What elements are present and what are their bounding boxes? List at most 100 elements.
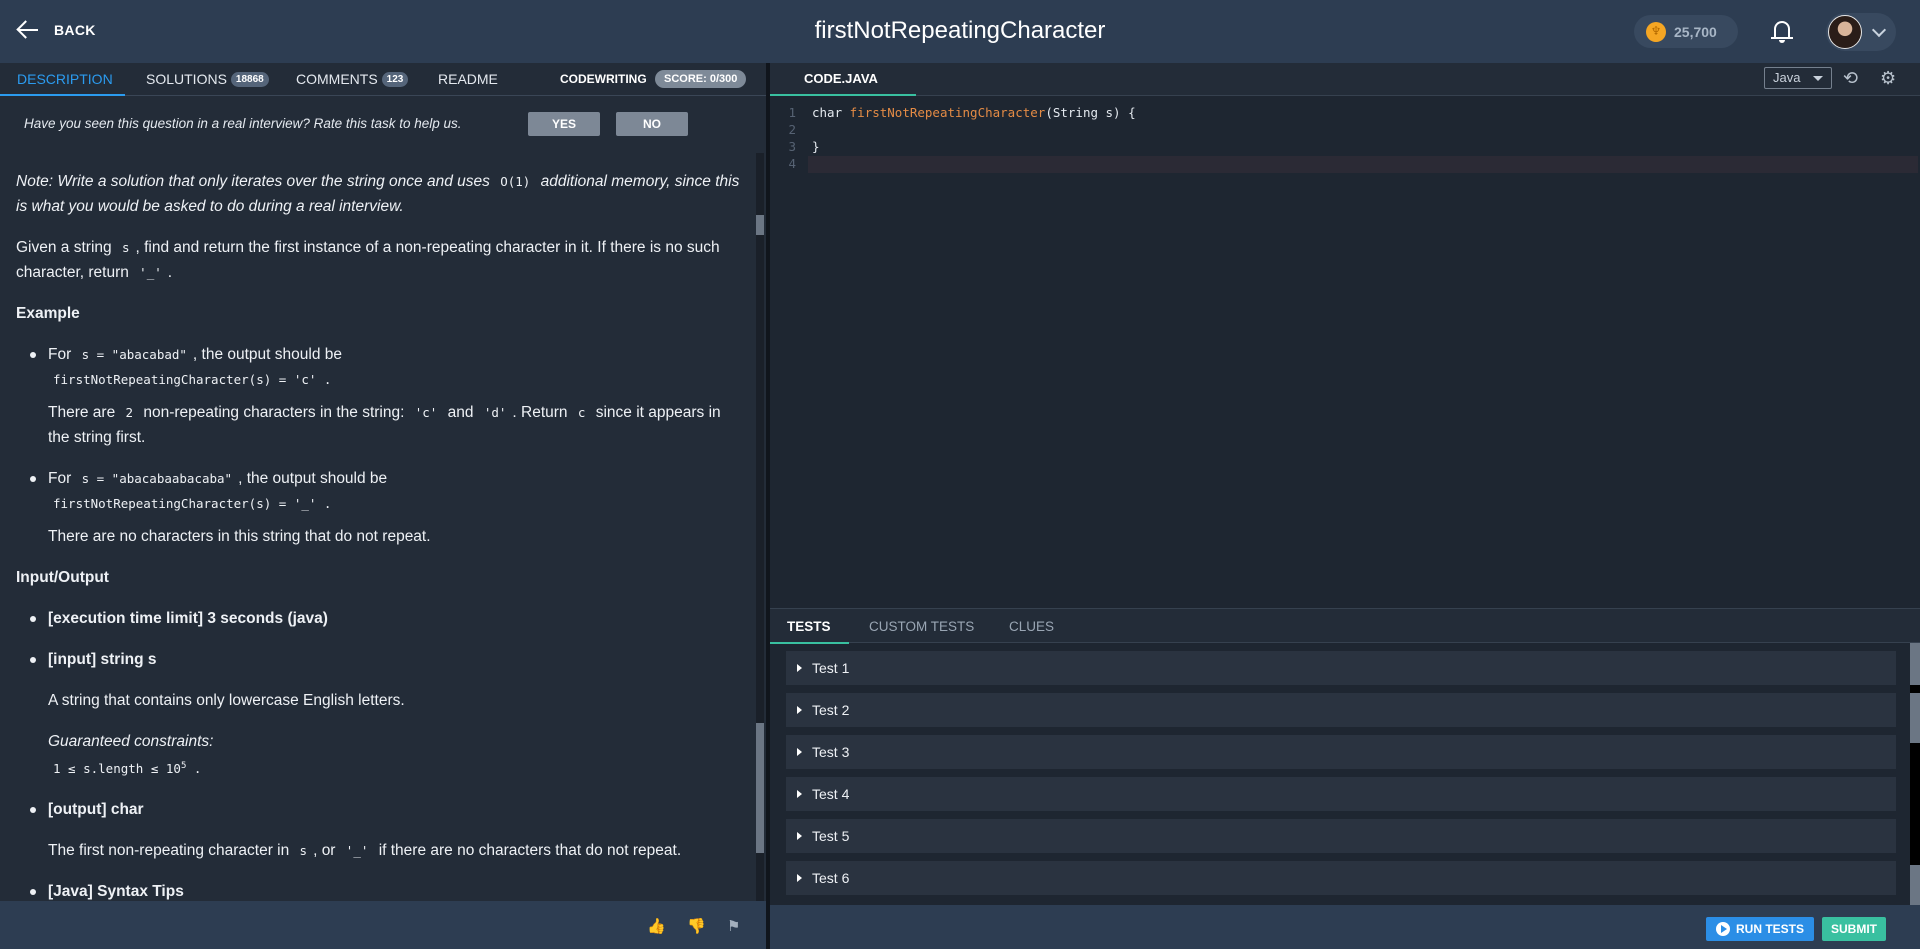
line-number: 1 [788,105,796,120]
io-list-2: [output] char [16,797,742,822]
tab-tests[interactable]: TESTS [787,619,831,634]
play-icon [1715,922,1730,936]
thumbs-down-icon[interactable]: 👎 [687,917,706,935]
tab-clues[interactable]: CLUES [1009,619,1054,634]
ex1-exp-c2: 'd' [483,405,507,420]
test-row[interactable]: Test 3 [786,735,1896,769]
example-list: For s = "abacabad" , the output should be… [16,342,742,392]
tab-solutions[interactable]: SOLUTIONS 18868 [146,71,269,87]
given-code-2: '_' [139,265,162,280]
test-name: Test 2 [812,702,850,718]
ex1-exp-ret: . Return [512,404,568,421]
io-list: [execution time limit] 3 seconds (java) … [16,606,742,672]
io-output-b: if there are no characters that do not r… [378,842,682,860]
description-scrollbar[interactable] [756,153,764,901]
code-line: char firstNotRepeatingCharacter(String s… [812,105,1136,120]
gear-icon[interactable]: ⚙ [1880,68,1896,89]
description-tabs: DESCRIPTION SOLUTIONS 18868 COMMENTS 123… [0,63,766,96]
line-number: 4 [788,156,796,171]
tab-code-java[interactable]: CODE.JAVA [804,71,878,86]
editor-footer: RUN TESTS SUBMIT [770,905,1920,949]
ex1-exp-a: There are [48,404,116,421]
scroll-thumb-middle[interactable] [1910,693,1920,743]
ex1-after: , the output should be [192,346,343,363]
test-name: Test 5 [812,828,850,844]
ex2-code: s = "abacabaabacaba" [81,471,233,486]
caret-right-icon [797,748,802,756]
code-line: } [812,139,820,154]
current-line-highlight [808,156,1918,173]
flag-icon[interactable]: ⚑ [727,917,743,935]
given-text-c: . [167,264,173,281]
ex1-for: For [48,346,72,363]
io-output-code2: '_' [345,843,369,859]
ex2-output-text: firstNotRepeatingCharacter(s) = '_' [53,496,317,511]
io-constraints: Guaranteed constraints: 1 ≤ s.length ≤ 1… [16,729,742,781]
io-heading: Input/Output [16,569,109,586]
ex1-exp-c3: c [577,405,586,420]
given-text-a: Given a string [16,239,112,256]
language-value: Java [1773,70,1801,85]
scroll-thumb[interactable] [756,215,764,235]
comments-count-badge: 123 [381,71,409,87]
no-button[interactable]: NO [616,112,688,136]
test-name: Test 6 [812,870,850,886]
tab-comments[interactable]: COMMENTS 123 [296,71,409,87]
coins-badge[interactable]: 25,700 [1634,15,1738,48]
tests-list: Test 1 Test 2 Test 3 Test 4 Test 5 Test 6 [786,651,1896,903]
scroll-thumb-lower[interactable] [1910,865,1920,905]
run-tests-button[interactable]: RUN TESTS [1706,917,1814,941]
reset-icon[interactable]: ⟲ [1843,68,1858,89]
top-bar: BACK firstNotRepeatingCharacter 25,700 [0,0,1920,63]
test-row[interactable]: Test 6 [786,861,1896,895]
tab-readme[interactable]: README [438,71,498,87]
bell-icon[interactable] [1770,18,1794,44]
test-name: Test 1 [812,660,850,676]
tab-custom-tests[interactable]: CUSTOM TESTS [869,619,974,634]
user-menu[interactable] [1826,13,1896,51]
ex1-output-text: firstNotRepeatingCharacter(s) = 'c' [53,372,317,387]
tab-description[interactable]: DESCRIPTION [17,71,113,87]
caret-right-icon [797,874,802,882]
active-tests-tab-indicator [770,642,849,644]
io-input: [input] string s [16,647,742,672]
rate-question: Have you seen this question in a real in… [24,116,462,131]
io-output: [output] char [16,797,742,822]
io-output-desc: The first non-repeating character in s , … [16,838,742,863]
language-select[interactable]: Java [1764,67,1832,89]
test-row[interactable]: Test 5 [786,819,1896,853]
code-function-name: firstNotRepeatingCharacter [849,105,1046,120]
caret-right-icon [797,832,802,840]
editor-panel: CODE.JAVA Java ⟲ ⚙ 1 char firstNotRepeati… [770,63,1920,949]
description-panel: DESCRIPTION SOLUTIONS 18868 COMMENTS 123… [0,63,766,949]
ex1-output: firstNotRepeatingCharacter(s) = 'c' . [53,372,332,387]
io-input-desc: A string that contains only lowercase En… [48,692,405,709]
run-tests-label: RUN TESTS [1735,922,1804,936]
code-editor[interactable]: 1 char firstNotRepeatingCharacter(String … [770,97,1920,608]
ex1-exp-num: 2 [125,405,134,420]
scroll-thumb-lower[interactable] [756,723,764,853]
page-title: firstNotRepeatingCharacter [814,17,1106,44]
ex1-exp-c1: 'c' [414,405,438,420]
io-output-or: , or [313,842,336,860]
tests-tabs: TESTS CUSTOM TESTS CLUES [770,608,1920,644]
test-row[interactable]: Test 4 [786,777,1896,811]
thumbs-up-icon[interactable]: 👍 [647,917,666,935]
scroll-thumb[interactable] [1910,643,1920,685]
example-list-2: For s = "abacabaabacaba" , the output sho… [16,466,742,516]
submit-button[interactable]: SUBMIT [1822,917,1886,941]
avatar [1828,15,1862,49]
tab-solutions-label: SOLUTIONS [146,71,227,87]
note-paragraph: Note: Write a solution that only iterate… [16,169,742,219]
description-footer: 👍 👎 ⚑ [0,901,766,949]
test-row[interactable]: Test 2 [786,693,1896,727]
yes-button[interactable]: YES [528,112,600,136]
score-badge: SCORE: 0/300 [655,70,747,88]
ex1-exp-and: and [447,404,474,421]
test-row[interactable]: Test 1 [786,651,1896,685]
line-number: 3 [788,139,796,154]
example-heading: Example [16,305,80,322]
test-name: Test 3 [812,744,850,760]
note-code: O(1) [500,174,531,189]
tests-scrollbar[interactable] [1910,643,1920,905]
